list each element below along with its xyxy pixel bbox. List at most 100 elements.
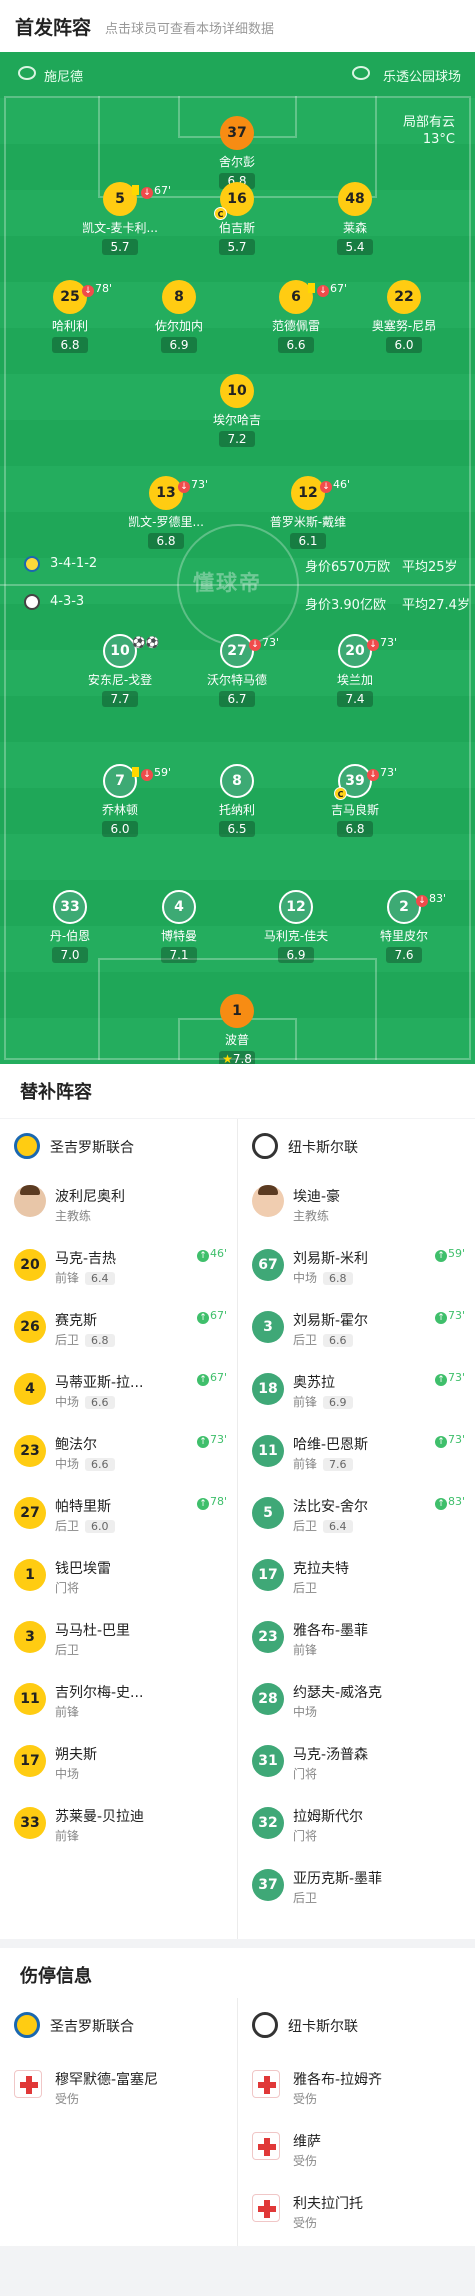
player-away[interactable]: 33 丹-伯恩 7.0 (10, 890, 130, 963)
yellow-card-icon (308, 283, 315, 293)
player-away[interactable]: 10 ⚽⚽ 安东尼-戈登 7.7 (60, 634, 180, 707)
player-home[interactable]: 13 ↓ 73' 凯文-罗德里... 6.8 (106, 476, 226, 549)
player-events: ↓ 67' (308, 282, 347, 297)
sub-player-away[interactable]: 11 哈维-巴恩斯 前锋 7.6 ↑ 73' (238, 1421, 475, 1483)
medical-cross-icon (252, 2132, 280, 2160)
sub-number: 26 (14, 1311, 46, 1343)
player-home[interactable]: 37 舍尔彭 6.8 (177, 116, 297, 189)
sub-player-home[interactable]: 26 赛克斯 后卫 6.8 ↑ 67' (0, 1297, 237, 1359)
sub-number: 20 (14, 1249, 46, 1281)
injured-player-away[interactable]: 维萨 受伤 (238, 2118, 475, 2180)
sub-number: 23 (14, 1435, 46, 1467)
player-home[interactable]: 5 ↓ 67' 凯文-麦卡利... 5.7 (60, 182, 180, 255)
player-rating: 7.6 (386, 947, 422, 963)
player-away[interactable]: 12 马利克-佳夫 6.9 (236, 890, 356, 963)
sub-in-icon: ↑ (196, 1250, 209, 1262)
sub-number: 37 (252, 1869, 284, 1901)
subs-title: 替补阵容 (20, 1082, 92, 1103)
subs-home-team: 圣吉罗斯联合 (0, 1119, 237, 1171)
sub-name: 奥苏拉 (293, 1375, 335, 1391)
sub-player-away[interactable]: 67 刘易斯-米利 中场 6.8 ↑ 59' (238, 1235, 475, 1297)
sub-player-home[interactable]: 4 马蒂亚斯-拉... 中场 6.6 ↑ 67' (0, 1359, 237, 1421)
sub-in-icon: ↑ (196, 1436, 209, 1448)
sub-out-icon: ↓ (82, 285, 94, 297)
player-name: 托纳利 (218, 803, 255, 817)
player-name: 特里皮尔 (379, 929, 428, 943)
sub-in-icon: ↑ (434, 1498, 447, 1510)
sub-number: 27 (14, 1497, 46, 1529)
weather-info: 局部有云 13°C (403, 114, 455, 148)
player-rating: 6.6 (278, 337, 314, 353)
sub-in-event: ↑ 78' (196, 1495, 227, 1510)
player-name: 博特曼 (160, 929, 197, 943)
player-away[interactable]: 8 托纳利 6.5 (177, 764, 297, 837)
player-home[interactable]: 16 C 伯吉斯 5.7 (177, 182, 297, 255)
sub-number: 67 (252, 1249, 284, 1281)
sub-rating: 6.6 (85, 1458, 115, 1471)
sub-in-event: ↑ 67' (196, 1371, 227, 1386)
sub-player-away[interactable]: 28 约瑟夫-威洛克 中场 (238, 1669, 475, 1731)
sub-player-away[interactable]: 5 法比安-舍尔 后卫 6.4 ↑ 83' (238, 1483, 475, 1545)
player-away[interactable]: 7 ↓ 59' 乔林顿 6.0 (60, 764, 180, 837)
sub-player-away[interactable]: 17 克拉夫特 后卫 (238, 1545, 475, 1607)
player-away[interactable]: 20 ↓ 73' 埃兰加 7.4 (295, 634, 415, 707)
sub-player-away[interactable]: 37 亚历克斯-墨菲 后卫 (238, 1855, 475, 1917)
player-events: ⚽⚽ (132, 636, 160, 649)
player-name: 普罗米斯-戴维 (269, 515, 347, 529)
player-rating: 6.5 (219, 821, 255, 837)
injured-player-away[interactable]: 雅各布-拉姆齐 受伤 (238, 2056, 475, 2118)
injured-player-home[interactable]: 穆罕默德-富塞尼 受伤 (0, 2056, 237, 2118)
sub-out-icon: ↓ (416, 895, 428, 907)
sub-position: 门将 (293, 1767, 318, 1781)
player-away[interactable]: 2 ↓ 83' 特里皮尔 7.6 (344, 890, 464, 963)
away-team-logo-icon (252, 1133, 278, 1159)
player-away[interactable]: 4 博特曼 7.1 (119, 890, 239, 963)
away-coach[interactable]: 埃迪-豪 主教练 (238, 1173, 475, 1235)
player-home[interactable]: 10 埃尔哈吉 7.2 (177, 374, 297, 447)
player-rating: 7.1 (161, 947, 197, 963)
sub-rating: 6.8 (323, 1272, 353, 1285)
injured-player-away[interactable]: 利夫拉门托 受伤 (238, 2180, 475, 2242)
sub-player-home[interactable]: 33 苏莱曼-贝拉迪 前锋 (0, 1793, 237, 1855)
sub-player-home[interactable]: 23 鲍法尔 中场 6.6 ↑ 73' (0, 1421, 237, 1483)
sub-number: 5 (252, 1497, 284, 1529)
sub-player-home[interactable]: 20 马克-吉热 前锋 6.4 ↑ 46' (0, 1235, 237, 1297)
shirt-number: 12 (279, 890, 313, 924)
sub-number: 33 (14, 1807, 46, 1839)
player-rating: 6.8 (148, 533, 184, 549)
sub-player-home[interactable]: 27 帕特里斯 后卫 6.0 ↑ 78' (0, 1483, 237, 1545)
player-away[interactable]: 27 ↓ 73' 沃尔特马德 6.7 (177, 634, 297, 707)
player-away[interactable]: 1 波普 ★7.8 (177, 994, 297, 1064)
player-rating: 6.8 (52, 337, 88, 353)
player-home[interactable]: 6 ↓ 67' 范德佩雷 6.6 (236, 280, 356, 353)
home-team-logo-icon (14, 2012, 40, 2038)
player-away[interactable]: 39 C ↓ 73' 吉马良斯 6.8 (295, 764, 415, 837)
player-home[interactable]: 25 ↓ 78' 哈利利 6.8 (10, 280, 130, 353)
player-home[interactable]: 8 佐尔加内 6.9 (119, 280, 239, 353)
sub-player-away[interactable]: 18 奥苏拉 前锋 6.9 ↑ 73' (238, 1359, 475, 1421)
sub-player-home[interactable]: 1 钱巴埃雷 门将 (0, 1545, 237, 1607)
sub-player-away[interactable]: 31 马克-汤普森 门将 (238, 1731, 475, 1793)
shirt-number: 8 (220, 764, 254, 798)
sub-in-event: ↑ 46' (196, 1247, 227, 1262)
home-coach[interactable]: 波利尼奥利 主教练 (0, 1173, 237, 1235)
sub-player-away[interactable]: 32 拉姆斯代尔 门将 (238, 1793, 475, 1855)
player-home[interactable]: 48 莱森 5.4 (295, 182, 415, 255)
player-home[interactable]: 22 奥塞努-尼昂 6.0 (344, 280, 464, 353)
player-name: 吉马良斯 (330, 803, 379, 817)
watermark: 懂球帝 (193, 571, 262, 595)
sub-player-away[interactable]: 3 刘易斯-霍尔 后卫 6.6 ↑ 73' (238, 1297, 475, 1359)
player-rating: ★7.8 (219, 1051, 255, 1064)
player-name: 马利克-佳夫 (263, 929, 329, 943)
sub-out-icon: ↓ (141, 769, 153, 781)
sub-player-away[interactable]: 23 雅各布-墨菲 前锋 (238, 1607, 475, 1669)
player-name: 哈利利 (51, 319, 88, 333)
player-events: ↓ 73' (178, 478, 208, 493)
sub-player-home[interactable]: 17 朔夫斯 中场 (0, 1731, 237, 1793)
medical-cross-icon (252, 2194, 280, 2222)
sub-player-home[interactable]: 11 吉列尔梅-史... 前锋 (0, 1669, 237, 1731)
captain-badge: C (334, 787, 347, 800)
player-home[interactable]: 12 ↓ 46' 普罗米斯-戴维 6.1 (248, 476, 368, 549)
sub-name: 吉列尔梅-史... (55, 1685, 144, 1701)
sub-player-home[interactable]: 3 马马杜-巴里 后卫 (0, 1607, 237, 1669)
